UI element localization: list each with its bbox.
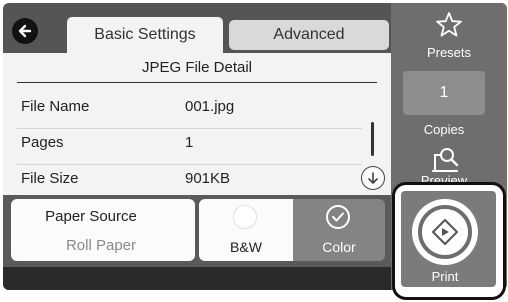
arrow-down-icon: [368, 172, 378, 184]
detail-label: File Size: [21, 170, 79, 187]
presets-button[interactable]: Presets: [391, 11, 507, 60]
preview-button[interactable]: [431, 145, 461, 178]
bw-option[interactable]: B&W: [199, 199, 293, 261]
copies-field[interactable]: 1: [403, 71, 485, 115]
detail-value: 901KB: [185, 170, 231, 187]
tab-bar: Basic Settings Advanced: [3, 3, 391, 53]
main-panel: Basic Settings Advanced JPEG File Detail…: [3, 3, 391, 290]
scrollbar[interactable]: [371, 122, 374, 156]
bw-label: B&W: [230, 239, 262, 255]
footer-strip: [3, 267, 391, 290]
print-diamond-icon: [418, 205, 472, 259]
back-button[interactable]: [12, 18, 38, 44]
tab-advanced[interactable]: Advanced: [229, 20, 389, 50]
scroll-down-button[interactable]: [361, 166, 385, 190]
detail-row-pages: Pages 1: [17, 129, 362, 165]
color-option[interactable]: Color: [293, 199, 385, 261]
print-button[interactable]: [412, 199, 478, 265]
star-icon: [436, 12, 462, 37]
presets-label: Presets: [426, 45, 472, 60]
back-arrow-icon: [18, 24, 32, 38]
detail-value: 1: [185, 134, 194, 151]
check-circle-icon: [326, 205, 350, 229]
magnifier-document-icon: [432, 148, 459, 172]
tab-basic-settings[interactable]: Basic Settings: [67, 17, 223, 53]
detail-label: Pages: [21, 134, 64, 151]
paper-source-value: Roll Paper: [65, 237, 137, 254]
copies-label: Copies: [423, 122, 465, 137]
paper-source-title: Paper Source: [45, 208, 137, 225]
print-area: Print: [401, 191, 496, 287]
section-title: JPEG File Detail: [17, 59, 377, 83]
paper-source-button[interactable]: Paper Source Roll Paper: [11, 199, 195, 261]
radio-unselected-icon: [233, 205, 257, 229]
print-label: Print: [431, 269, 459, 284]
detail-value: 001.jpg: [185, 98, 235, 115]
detail-label: File Name: [21, 98, 90, 115]
color-label: Color: [322, 239, 356, 255]
detail-row-file-name: File Name 001.jpg: [17, 93, 362, 129]
